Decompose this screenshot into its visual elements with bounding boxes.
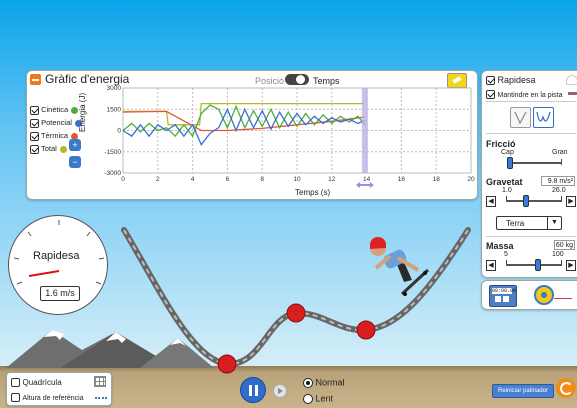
mass-increment-button[interactable]: ▶ [566,260,576,271]
mass-min-label: 5 [504,251,508,258]
x-tick-label: 2 [156,176,160,183]
track-shape-w-button[interactable] [533,107,554,128]
x-tick-label: 6 [226,176,230,183]
x-tick-label: 18 [433,176,441,183]
speed-checkbox-row[interactable]: Rapidesa [486,75,536,86]
dropdown-arrow-icon: ▼ [547,217,561,229]
stopwatch-display: 00:00.00 [492,288,517,294]
planet-select[interactable]: Terra ▼ [496,216,562,230]
reference-height-label: Altura de referència [22,395,84,402]
track-control-point[interactable] [217,354,237,374]
gravity-value: 9.8 m/s² [547,178,573,185]
reset-arrow-icon [560,382,573,395]
speedometer-dial [13,220,105,285]
grid-checkbox[interactable] [11,378,20,388]
stopwatch-reset-icon [495,296,501,302]
friction-slider-thumb[interactable] [506,157,513,169]
speed-slow-radio-row[interactable]: Lent [303,393,333,404]
speed-normal-radio[interactable] [303,377,313,388]
x-tick-label: 8 [260,176,264,183]
gravity-min-label: 1.0 [502,187,512,194]
x-tick-label: 16 [398,176,406,183]
gravity-slider-thumb[interactable] [522,195,529,207]
tools-panel: 00:00.00 [481,280,577,310]
gravity-title: Gravetat [486,177,523,187]
friction-slider-track[interactable] [507,162,562,164]
y-tick-label: 0 [117,128,121,135]
speedometer-value-box: 1.6 m/s [40,286,80,301]
reference-height-checkbox[interactable] [11,393,20,403]
v-track-icon [514,111,527,125]
speed-slow-radio[interactable] [303,393,313,404]
speed-normal-radio-row[interactable]: Normal [303,377,345,388]
gravity-decrement-button[interactable]: ◀ [486,196,496,207]
reference-line-icon [95,397,107,399]
x-tick-label: 12 [328,176,336,183]
reset-skater-button[interactable]: Reiniciar patinador [492,384,554,398]
track-control-point[interactable] [356,320,376,340]
y-tick-label: 3000 [107,85,122,92]
track-line-icon [568,92,577,95]
time-cursor[interactable] [361,88,368,173]
controls-panel: Rapidesa Mantindre en la pista Fricció C… [481,70,577,278]
pause-button[interactable] [240,377,266,403]
grid-icon [94,376,106,387]
mass-slider-thumb[interactable] [535,259,542,271]
speed-checkbox[interactable] [486,76,495,86]
x-tick-label: 10 [293,176,301,183]
x-axis-label: Temps (s) [295,188,331,197]
grid-checkbox-row[interactable]: Quadrícula [11,377,62,388]
gravity-max-label: 26.0 [552,187,566,194]
reset-all-button[interactable] [556,378,576,398]
x-tick-label: 20 [467,176,475,183]
gravity-slider-track[interactable] [506,200,562,202]
x-tick-label: 14 [363,176,371,183]
mass-title: Massa [486,241,514,251]
speed-normal-label: Normal [315,377,345,388]
speedometer-needle [28,270,60,277]
keep-on-track-checkbox[interactable] [486,90,495,100]
measuring-tape-tool[interactable] [534,285,554,305]
keep-on-track-row[interactable]: Mantindre en la pista [486,89,563,100]
mass-slider-track[interactable] [506,264,562,266]
speedometer-title: Rapidesa [33,250,80,262]
speed-gauge-icon [566,75,577,85]
grid-label: Quadrícula [22,378,62,387]
gravity-value-box: 9.8 m/s² [541,176,575,186]
friction-title: Fricció [486,139,516,149]
stopwatch-play-icon [503,296,509,302]
speedometer[interactable]: Rapidesa 1.6 m/s [8,215,108,315]
step-forward-button[interactable] [273,384,287,398]
w-track-icon [536,111,551,122]
friction-max-label: Gran [552,149,568,156]
planet-select-value: Terra [506,219,525,228]
x-tick-label: 0 [121,176,125,183]
friction-min-label: Cap [501,149,514,156]
speedometer-value: 1.6 m/s [45,288,75,298]
track-control-point[interactable] [286,303,306,323]
tape-icon [541,292,547,298]
y-tick-label: 1500 [107,106,122,113]
stopwatch-tool[interactable]: 00:00.00 [489,285,517,307]
grid-options-panel: Quadrícula Altura de referència [6,372,112,406]
mass-value: 60 kg [555,242,573,249]
pause-icon [249,385,252,396]
y-tick-label: -1500 [104,149,121,156]
step-icon [278,388,283,394]
reset-skater-label: Reiniciar patinador [497,388,549,394]
mass-max-label: 100 [552,251,564,258]
keep-on-track-label: Mantindre en la pista [497,92,563,99]
speed-slow-label: Lent [315,393,334,404]
y-tick-label: -3000 [104,170,121,177]
mass-value-box: 60 kg [554,240,575,250]
energy-graph-panel: Gràfic d'energia Posició Temps Cinètica … [26,70,478,200]
x-tick-label: 4 [191,176,195,183]
gravity-increment-button[interactable]: ▶ [566,196,576,207]
energy-plot: 0 2 4 6 8 10 12 14 16 18 20 3000 1500 0 -1500 -3000 [104,85,475,188]
track-shape-v-button[interactable] [510,107,531,128]
reference-height-row[interactable]: Altura de referència [11,392,84,403]
mass-decrement-button[interactable]: ◀ [486,260,496,271]
speed-checkbox-label: Rapidesa [497,75,536,85]
